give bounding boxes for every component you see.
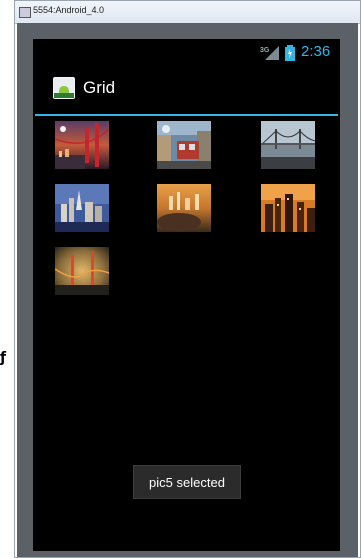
grid-item-pic6[interactable] [261,184,315,232]
action-bar-title: Grid [83,78,116,97]
window-icon [19,7,31,18]
grid-item-pic5[interactable] [157,184,211,232]
status-bar: 3G 2:36 [33,39,340,69]
toast-message: pic5 selected [133,465,241,499]
device-frame: 3G 2:36 Grid pic5 selected [17,23,358,557]
battery-icon [285,45,295,61]
bay-bridge-photo [261,121,315,169]
signal-icon [265,46,279,60]
left-margin [0,0,14,558]
grid-item-pic3[interactable] [261,121,315,169]
toast-text: pic5 selected [149,474,225,490]
grid-item-pic1[interactable] [55,121,109,169]
skyline-sunset-photo [157,184,211,232]
device-screen: 3G 2:36 Grid pic5 selected [33,39,340,551]
window-title: 5554:Android_4.0 [33,5,105,15]
cursor-glyph: ƒ [0,350,7,366]
grid-item-pic7[interactable] [55,247,109,295]
android-app-icon[interactable] [53,77,75,99]
city-skyline-night-photo [55,184,109,232]
grid-item-pic2[interactable] [157,121,211,169]
action-bar: Grid [33,69,340,109]
cable-car-photo [157,121,211,169]
action-bar-divider [35,114,338,116]
emulator-window: 5554:Android_4.0 3G 2:36 Grid pic5 selec… [14,0,361,558]
skyline-orange-photo [261,184,315,232]
golden-gate-sunset-photo [55,121,109,169]
window-titlebar[interactable]: 5554:Android_4.0 [15,1,360,24]
grid-item-pic4[interactable] [55,184,109,232]
golden-gate-fog-photo [55,247,109,295]
status-clock: 2:36 [301,43,331,60]
